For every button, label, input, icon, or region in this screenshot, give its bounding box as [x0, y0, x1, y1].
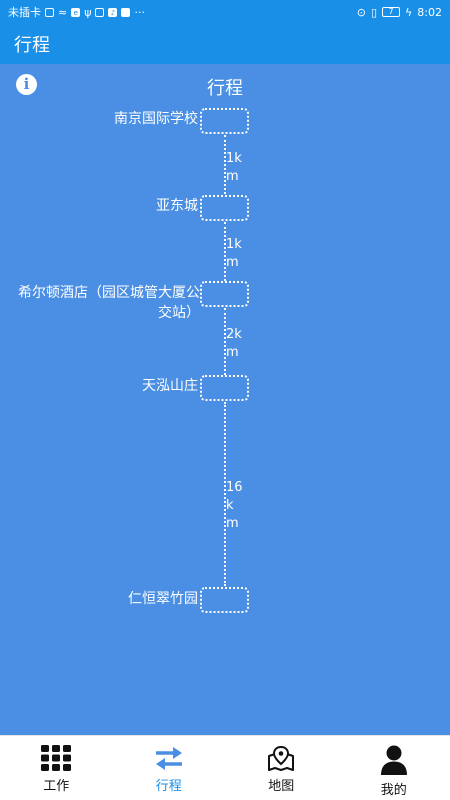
tab-label: 行程 — [155, 779, 182, 794]
tab-trip[interactable]: 行程 — [113, 736, 226, 800]
station-name: 仁恒翠竹园 — [128, 591, 198, 607]
station-marker[interactable] — [200, 281, 249, 307]
usb-icon: ψ — [84, 5, 92, 19]
bottom-tab-bar: 工作 行程 地图 我的 — [0, 735, 450, 800]
station-marker[interactable] — [200, 195, 249, 221]
map-pin-icon — [268, 745, 295, 771]
tab-label: 工作 — [43, 779, 70, 794]
status-bar: 未插卡 ≈ e ψ ♪ ··· ⊙ ▯ 7 ϟ 8:02 — [0, 0, 450, 24]
station-marker[interactable] — [200, 587, 249, 613]
app-bar: 行程 — [0, 24, 450, 64]
station-name: 南京国际学校 — [114, 111, 198, 127]
music-notification-icon: ♪ — [108, 7, 118, 17]
sim-icon — [45, 7, 54, 17]
notification-icon: e — [71, 7, 81, 17]
tab-label: 我的 — [380, 783, 407, 798]
location-icon: ⊙ — [356, 5, 366, 19]
tab-work[interactable]: 工作 — [0, 736, 113, 800]
clock-time: 8:02 — [417, 5, 442, 19]
station-marker[interactable] — [200, 375, 249, 401]
station-name: 天泓山庄 — [142, 378, 198, 394]
grid-icon — [41, 745, 72, 771]
wifi-icon: ≈ — [58, 5, 68, 19]
tab-map[interactable]: 地图 — [225, 736, 338, 800]
vibrate-icon: ▯ — [370, 5, 378, 19]
distance-label: 1km — [226, 151, 242, 184]
station-marker[interactable] — [200, 108, 249, 134]
image-notification-icon — [121, 7, 131, 17]
distance-label: 16km — [226, 480, 243, 531]
trip-content: i 行程 南京国际学校 1km 亚东城 1km 希尔顿酒店（园区城管大厦公交站）… — [0, 64, 450, 735]
distance-label: 1km — [226, 237, 242, 270]
station-name: 希尔顿酒店（园区城管大厦公交站） — [18, 285, 200, 321]
page-title: 行程 — [207, 78, 243, 99]
distance-label: 2km — [226, 327, 242, 360]
more-notifications: ··· — [134, 5, 145, 19]
tab-me[interactable]: 我的 — [338, 736, 450, 800]
charging-icon: ϟ — [405, 5, 413, 19]
battery-icon: 7 — [382, 7, 401, 17]
carrier-text: 未插卡 — [8, 6, 41, 19]
person-icon — [380, 745, 407, 775]
tab-label: 地图 — [268, 779, 295, 794]
station-name: 亚东城 — [156, 198, 198, 214]
app-bar-title: 行程 — [14, 35, 50, 56]
swap-arrows-icon — [155, 747, 182, 770]
app-notification-icon — [95, 7, 105, 17]
